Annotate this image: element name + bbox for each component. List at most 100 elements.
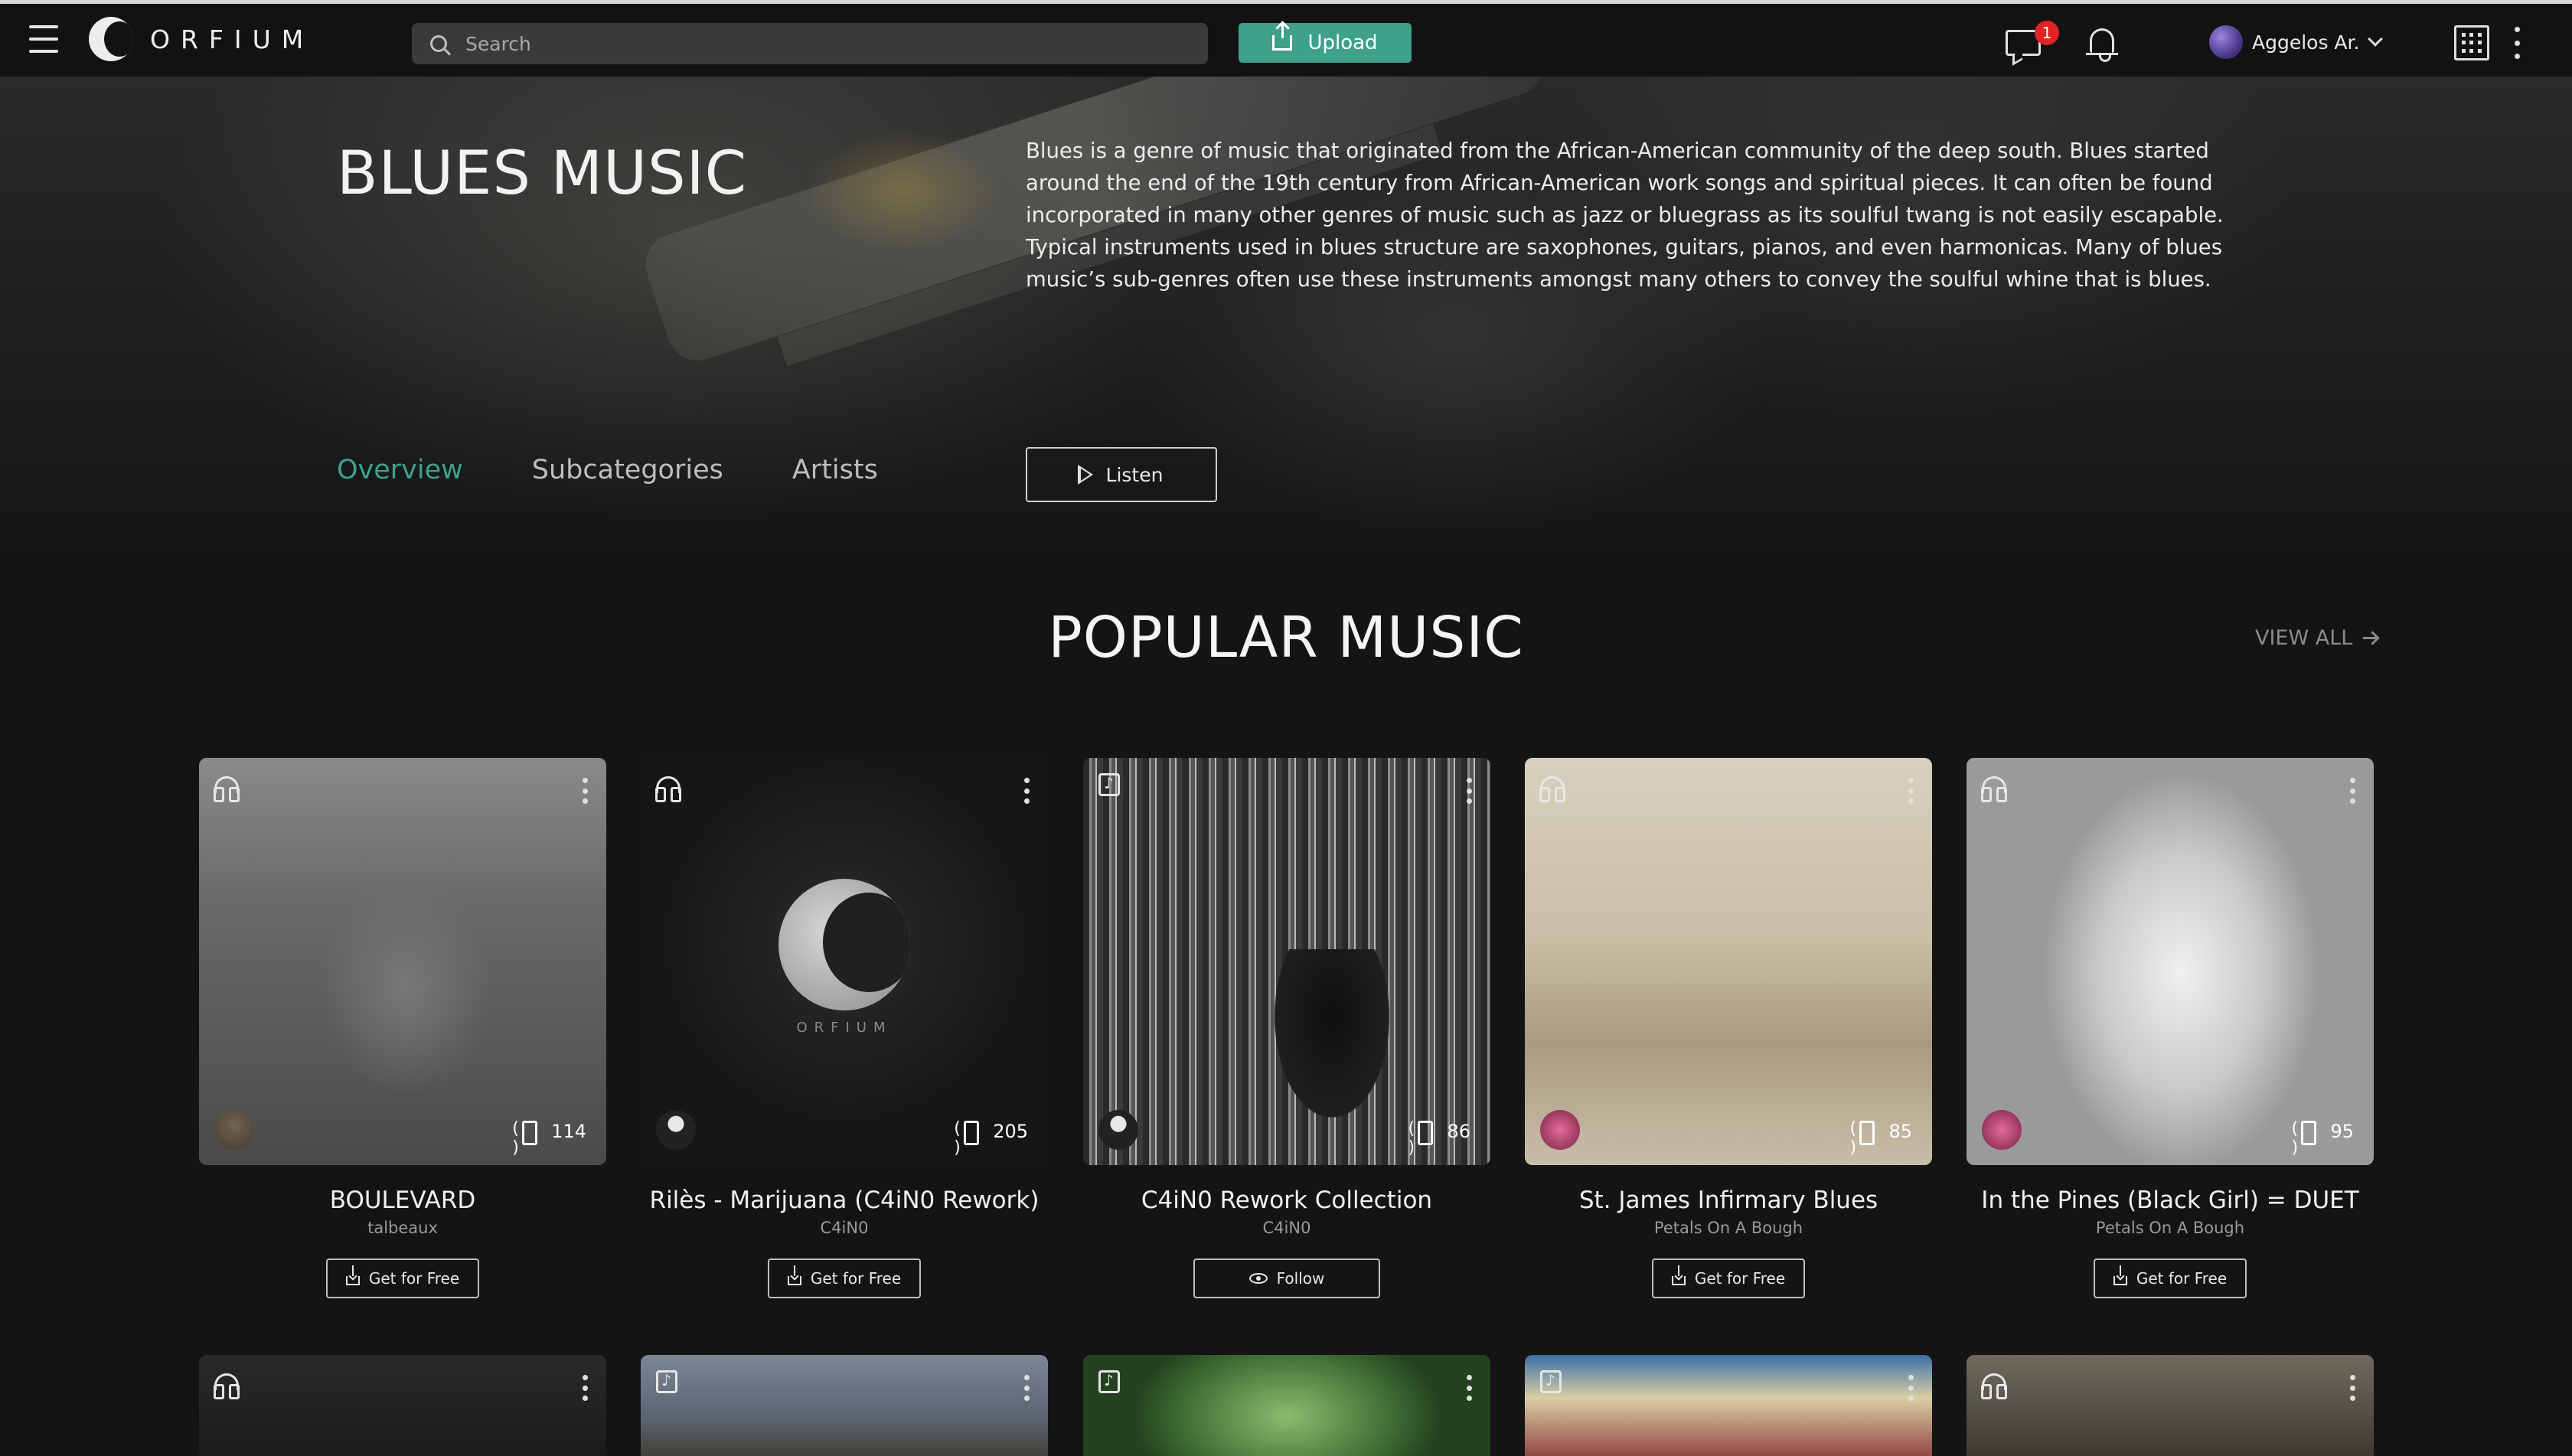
search-icon xyxy=(430,35,447,52)
upload-icon xyxy=(1272,24,1293,51)
menu-icon[interactable] xyxy=(29,25,58,53)
page-title: BLUES MUSIC xyxy=(337,139,748,208)
get-for-free-button[interactable]: Get for Free xyxy=(1652,1258,1805,1298)
search-bar[interactable] xyxy=(412,23,1208,64)
listen-button[interactable]: Listen xyxy=(1026,447,1217,502)
apps-grid-icon[interactable] xyxy=(2454,25,2489,60)
action-label: Get for Free xyxy=(1694,1269,1786,1288)
owner-avatar[interactable] xyxy=(656,1110,696,1150)
speaker-icon xyxy=(1408,1119,1439,1157)
headphones-icon xyxy=(214,776,240,802)
play-icon xyxy=(1077,465,1093,485)
card-more-icon[interactable] xyxy=(1466,1375,1472,1401)
logo[interactable]: ORFIUM xyxy=(89,17,314,61)
action-label: Get for Free xyxy=(368,1269,460,1288)
collection-icon xyxy=(656,1370,677,1393)
user-avatar xyxy=(2209,25,2243,59)
track-title[interactable]: BOULEVARD xyxy=(199,1187,606,1214)
action-label: Get for Free xyxy=(810,1269,902,1288)
track-artwork[interactable]: 95 xyxy=(1967,758,2374,1165)
search-input[interactable] xyxy=(465,32,1154,55)
collection-artwork[interactable] xyxy=(1083,1355,1490,1456)
track-artwork[interactable] xyxy=(1967,1355,2374,1456)
play-count-value: 86 xyxy=(1447,1121,1470,1142)
track-artwork[interactable]: ORFIUM 205 xyxy=(641,758,1048,1165)
tab-overview[interactable]: Overview xyxy=(337,455,463,485)
collection-icon xyxy=(1098,1370,1120,1393)
get-for-free-button[interactable]: Get for Free xyxy=(768,1258,921,1298)
collection-artwork[interactable] xyxy=(1525,1355,1932,1456)
owner-avatar[interactable] xyxy=(1540,1110,1580,1150)
speaker-icon xyxy=(2291,1119,2322,1157)
messages-badge: 1 xyxy=(2035,21,2059,45)
track-owner[interactable]: C4iN0 xyxy=(641,1219,1048,1237)
get-for-free-button[interactable]: Get for Free xyxy=(2094,1258,2247,1298)
play-count-value: 205 xyxy=(993,1121,1028,1142)
follow-button[interactable]: Follow xyxy=(1193,1258,1380,1298)
collection-card xyxy=(1083,1355,1490,1456)
collection-card xyxy=(1525,1355,1932,1456)
user-menu[interactable]: Aggelos Ar. xyxy=(2209,25,2384,59)
track-artwork[interactable] xyxy=(199,1355,606,1456)
track-card: 85 St. James Infirmary Blues Petals On A… xyxy=(1525,758,1932,1298)
more-options-icon[interactable] xyxy=(2514,27,2520,59)
logo-text: ORFIUM xyxy=(150,24,315,54)
card-more-icon[interactable] xyxy=(1466,778,1472,804)
card-more-icon[interactable] xyxy=(2349,1375,2355,1401)
view-all-link[interactable]: VIEW ALL xyxy=(2255,626,2378,650)
action-label: Get for Free xyxy=(2136,1269,2228,1288)
card-more-icon[interactable] xyxy=(1908,1375,1914,1401)
section-title: POPULAR MUSIC xyxy=(1048,605,1524,671)
card-more-icon[interactable] xyxy=(582,1375,588,1401)
card-more-icon[interactable] xyxy=(1908,778,1914,804)
owner-avatar[interactable] xyxy=(1982,1110,2022,1150)
track-title[interactable]: Rilès - Marijuana (C4iN0 Rework) xyxy=(641,1187,1048,1214)
hero-background-glow xyxy=(804,130,1003,253)
download-icon xyxy=(787,1265,801,1285)
owner-avatar[interactable] xyxy=(1098,1110,1138,1150)
card-more-icon[interactable] xyxy=(2349,778,2355,804)
track-owner[interactable]: Petals On A Bough xyxy=(1525,1219,1932,1237)
track-card: 114 BOULEVARD talbeaux Get for Free xyxy=(199,758,606,1298)
user-name: Aggelos Ar. xyxy=(2252,31,2360,54)
tab-subcategories[interactable]: Subcategories xyxy=(532,455,723,485)
action-label: Follow xyxy=(1276,1269,1325,1288)
track-owner[interactable]: talbeaux xyxy=(199,1219,606,1237)
headphones-icon xyxy=(655,776,681,802)
collection-artwork[interactable] xyxy=(641,1355,1048,1456)
collection-owner[interactable]: C4iN0 xyxy=(1083,1219,1490,1237)
hero-banner: BLUES MUSIC Blues is a genre of music th… xyxy=(0,77,2572,551)
get-for-free-button[interactable]: Get for Free xyxy=(326,1258,479,1298)
notifications-bell-icon[interactable] xyxy=(2086,28,2118,62)
tab-artists[interactable]: Artists xyxy=(792,455,878,485)
track-artwork[interactable]: 114 xyxy=(199,758,606,1165)
owner-avatar[interactable] xyxy=(214,1110,254,1150)
genre-description: Blues is a genre of music that originate… xyxy=(1026,139,2224,292)
track-artwork[interactable]: 85 xyxy=(1525,758,1932,1165)
download-icon xyxy=(345,1265,360,1285)
speaker-icon xyxy=(512,1119,543,1157)
artwork-figure xyxy=(1275,949,1389,1118)
play-count: 205 xyxy=(954,1119,1028,1157)
headphones-icon xyxy=(1981,1373,2007,1399)
play-count: 95 xyxy=(2291,1119,2354,1157)
card-more-icon[interactable] xyxy=(1023,778,1030,804)
track-owner[interactable]: Petals On A Bough xyxy=(1967,1219,2374,1237)
track-title[interactable]: In the Pines (Black Girl) = DUET xyxy=(1967,1187,2374,1214)
upload-button[interactable]: Upload xyxy=(1239,23,1412,63)
genre-tabs: Overview Subcategories Artists xyxy=(337,455,947,485)
card-more-icon[interactable] xyxy=(582,778,588,804)
download-icon xyxy=(2113,1265,2127,1285)
collection-title[interactable]: C4iN0 Rework Collection xyxy=(1083,1187,1490,1214)
view-all-label: VIEW ALL xyxy=(2255,626,2353,650)
headphones-icon xyxy=(1981,776,2007,802)
track-title[interactable]: St. James Infirmary Blues xyxy=(1525,1187,1932,1214)
collection-icon xyxy=(1098,773,1120,796)
play-count-value: 95 xyxy=(2330,1121,2354,1142)
collection-artwork[interactable]: 86 xyxy=(1083,758,1490,1165)
eye-icon xyxy=(1248,1273,1268,1284)
orfium-logo-icon xyxy=(89,17,133,61)
collection-card xyxy=(641,1355,1048,1456)
orfium-placeholder-icon xyxy=(778,879,910,1010)
card-more-icon[interactable] xyxy=(1023,1375,1030,1401)
